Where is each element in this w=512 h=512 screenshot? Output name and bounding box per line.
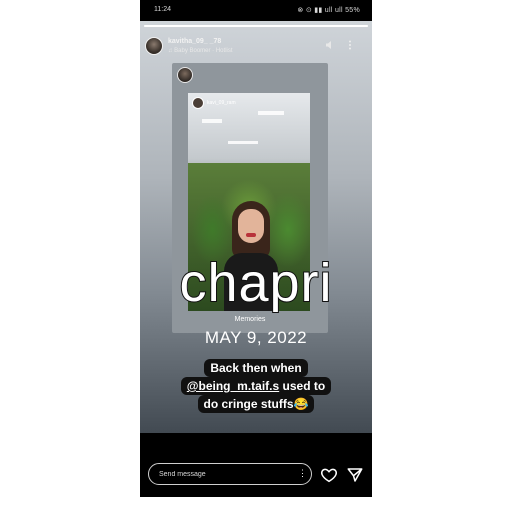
caption-line-3: do cringe stuffs😂 xyxy=(197,395,315,413)
memories-label: Memories xyxy=(234,316,266,323)
more-options-icon[interactable] xyxy=(345,40,355,52)
more-vertical-icon[interactable]: ⋮ xyxy=(298,468,307,479)
overlay-text-chapri: chapri xyxy=(178,252,333,314)
memory-date: MAY 9, 2022 xyxy=(204,328,308,347)
caption-line-2-rest: used to xyxy=(279,379,326,393)
caption-line-1: Back then when xyxy=(204,359,308,377)
ceiling-light xyxy=(202,119,222,123)
mute-icon[interactable] xyxy=(325,40,335,52)
caption-line-2: @being_m.taif.s used to xyxy=(180,377,332,395)
inner-username: kavi_09_ram xyxy=(207,100,236,106)
status-time: 11:24 xyxy=(154,6,171,13)
story-music-label[interactable]: ♫ Baby Boomer · Hotlist xyxy=(168,48,233,54)
memory-avatar xyxy=(177,67,193,83)
ceiling-light xyxy=(258,111,284,115)
avatar[interactable] xyxy=(145,37,163,55)
story-header: kavitha_09_ _78 ♫ Baby Boomer · Hotlist xyxy=(145,35,367,57)
story-progress-fill xyxy=(144,25,368,27)
person-lips xyxy=(246,233,256,237)
send-icon[interactable] xyxy=(346,466,364,484)
story-progress-bar xyxy=(144,25,368,27)
status-indicators: ⊗ ⊙ ▮▮ ull ull 55% xyxy=(297,7,360,14)
story-caption: Back then when @being_m.taif.s used to d… xyxy=(154,359,358,413)
inner-avatar xyxy=(192,97,204,109)
story-username[interactable]: kavitha_09_ _78 xyxy=(168,38,221,45)
send-message-input[interactable] xyxy=(148,463,312,485)
person-face xyxy=(238,209,264,243)
heart-icon[interactable] xyxy=(320,466,338,484)
phone-screen: 11:24 ⊗ ⊙ ▮▮ ull ull 55% kavitha_09_ _78… xyxy=(140,0,372,497)
story-view[interactable]: kavitha_09_ _78 ♫ Baby Boomer · Hotlist xyxy=(140,21,372,433)
mention-link[interactable]: @being_m.taif.s xyxy=(187,379,279,393)
status-bar: 11:24 ⊗ ⊙ ▮▮ ull ull 55% xyxy=(140,0,372,20)
reply-bar: ⋮ xyxy=(140,433,372,497)
ceiling-light xyxy=(228,141,258,144)
